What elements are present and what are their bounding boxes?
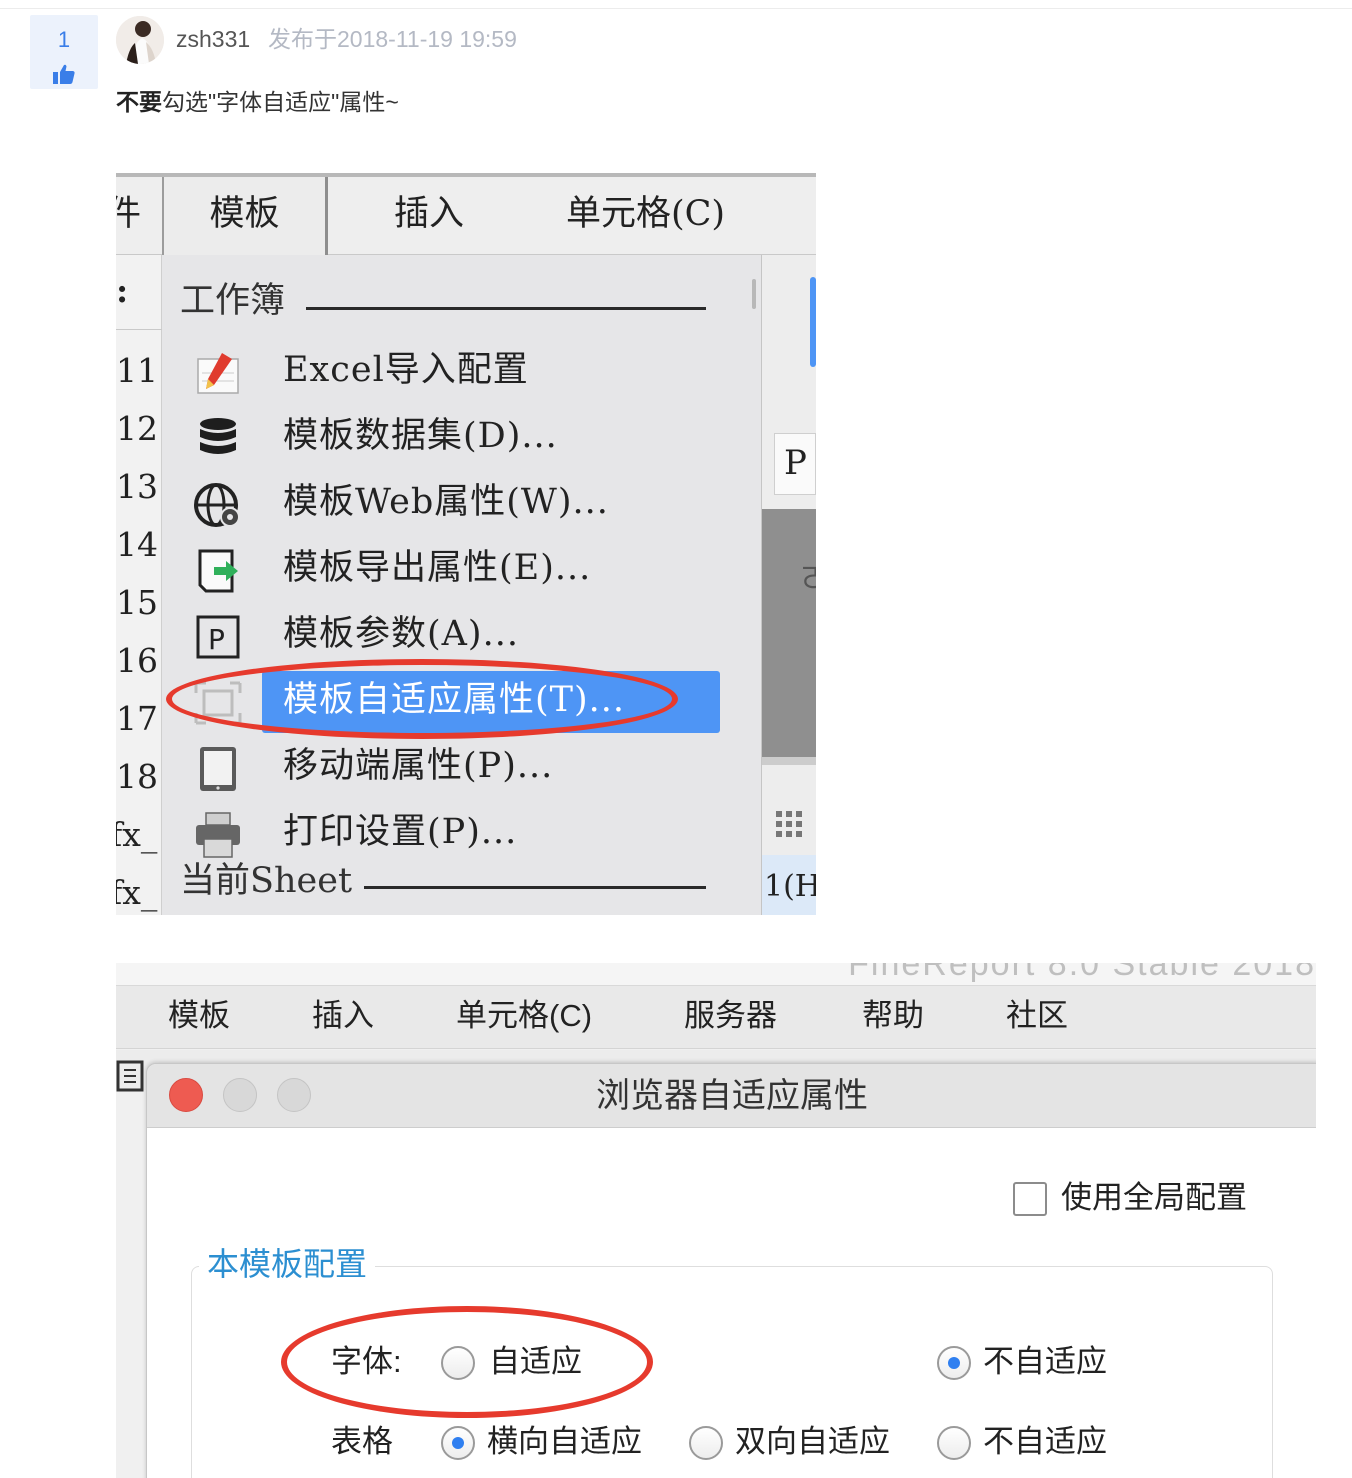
- row-number: 17: [116, 699, 158, 738]
- menu-label: 模板Web属性(W)...: [283, 482, 609, 522]
- table-bidirectional-label: 双向自适应: [735, 1424, 890, 1459]
- menu-item-print-settings[interactable]: 打印设置(P)...: [162, 803, 750, 865]
- menu-item-template-export[interactable]: 模板导出属性(E)...: [162, 539, 750, 601]
- row-number: 16: [116, 641, 158, 680]
- gray-panel: [762, 509, 816, 757]
- menu-label: 模板数据集(D)...: [283, 416, 558, 456]
- sheet-tab-label: 1(H: [764, 869, 816, 904]
- row-header-column: : 11 12 13 14 15 16 17 18 fx_ fx_: [116, 255, 162, 915]
- avatar[interactable]: [116, 16, 164, 64]
- vote-count: 1: [57, 27, 71, 52]
- dialog-body: 使用全局配置 本模板配置 字体: 自适应 不自适应 表格 横向自适应 双向自适应…: [147, 1128, 1316, 1478]
- row-number: 11: [116, 351, 158, 390]
- app-title: FineReport 8.0 Stable 2018: [848, 963, 1316, 983]
- row-number: 15: [116, 583, 158, 622]
- formula-cell: fx_: [116, 873, 158, 912]
- row-number: 12: [116, 409, 158, 448]
- red-annotation-oval: [166, 659, 678, 739]
- avatar-image: [116, 16, 164, 64]
- menu-item-template-web[interactable]: 模板Web属性(W)...: [162, 473, 750, 535]
- menu-template[interactable]: 模板: [168, 994, 230, 1038]
- menu-item-template-dataset[interactable]: 模板数据集(D)...: [162, 407, 750, 469]
- tab-file-fragment[interactable]: 件: [116, 177, 141, 255]
- menu-bar: 件 模板 插入 单元格(C): [116, 177, 816, 259]
- row-number: 13: [116, 467, 158, 506]
- grid-icon: [776, 811, 802, 837]
- table-bidirectional-radio[interactable]: [689, 1426, 723, 1460]
- menu-item-mobile[interactable]: 移动端属性(P)...: [162, 737, 750, 799]
- svg-text:P: P: [208, 623, 225, 656]
- app-titlebar: FineReport 8.0 Stable 2018: [116, 963, 1316, 985]
- upvote-button[interactable]: 1: [30, 15, 98, 89]
- template-icon: [116, 1060, 144, 1092]
- tab-template[interactable]: 模板: [162, 177, 328, 259]
- use-global-checkbox[interactable]: [1013, 1182, 1047, 1216]
- menu-community[interactable]: 社区: [1006, 994, 1068, 1038]
- tab-insert[interactable]: 插入: [394, 177, 464, 255]
- parameter-icon: P: [196, 615, 240, 659]
- menu-cell[interactable]: 单元格(C): [456, 994, 592, 1038]
- group-title: 本模板配置: [199, 1244, 376, 1284]
- top-divider: [0, 8, 1352, 9]
- adaptive-dialog-screenshot: FineReport 8.0 Stable 2018 模板 插入 单元格(C) …: [116, 963, 1316, 1478]
- param-letter: P: [784, 443, 807, 483]
- post-text-bold: 不要: [116, 89, 162, 115]
- thumbs-up-icon: [53, 64, 75, 84]
- section-workbook: 工作簿: [180, 281, 286, 321]
- menu-server[interactable]: 服务器: [684, 994, 777, 1038]
- web-settings-icon: [194, 483, 240, 527]
- formula-cell: fx_: [116, 815, 158, 854]
- excel-import-icon: [197, 353, 239, 394]
- background-editor-area: P ㄛ 1(H: [762, 255, 816, 915]
- username-link[interactable]: zsh331: [176, 24, 250, 54]
- dialog-title: 浏览器自适应属性: [596, 1077, 868, 1115]
- printer-icon: [196, 812, 240, 858]
- post-body: 不要勾选"字体自适应"属性~: [116, 86, 399, 118]
- table-no-adaptive-label: 不自适应: [983, 1424, 1107, 1459]
- post-text-rest: 勾选"字体自适应"属性~: [162, 89, 399, 115]
- menu-label: 模板导出属性(E)...: [283, 548, 592, 588]
- row-header-fragment: :: [116, 271, 129, 310]
- row-number: 14: [116, 525, 158, 564]
- table-label: 表格: [331, 1424, 393, 1459]
- section-divider: [306, 307, 706, 310]
- tab-cell[interactable]: 单元格(C): [566, 177, 725, 255]
- menu-scrollbar[interactable]: [750, 255, 762, 915]
- gray-panel-glyph: ㄛ: [800, 561, 816, 596]
- menu-item-excel-import[interactable]: Excel导入配置: [162, 341, 750, 403]
- tablet-icon: [200, 747, 236, 791]
- dialog-titlebar: 浏览器自适应属性: [147, 1064, 1316, 1128]
- table-no-adaptive-radio[interactable]: [937, 1426, 971, 1460]
- menu-label: 打印设置(P)...: [283, 812, 518, 852]
- browser-adaptive-dialog: 浏览器自适应属性 使用全局配置 本模板配置 字体: 自适应 不自适应 表格 横向…: [146, 1063, 1316, 1478]
- section-divider: [364, 886, 706, 889]
- font-no-adaptive-radio[interactable]: [937, 1346, 971, 1380]
- font-no-adaptive-label: 不自适应: [983, 1344, 1107, 1379]
- menu-label: Excel导入配置: [283, 350, 529, 390]
- app-menu-bar: 模板 插入 单元格(C) 服务器 帮助 社区: [116, 985, 1316, 1049]
- database-icon: [200, 418, 236, 454]
- blue-toolbar-fragment: [810, 277, 816, 367]
- menu-help[interactable]: 帮助: [862, 994, 924, 1038]
- menu-item-template-params[interactable]: P 模板参数(A)...: [162, 605, 750, 667]
- menu-insert[interactable]: 插入: [312, 994, 374, 1038]
- red-annotation-oval: [281, 1306, 653, 1418]
- table-horizontal-radio[interactable]: [441, 1426, 475, 1460]
- use-global-label: 使用全局配置: [1061, 1180, 1247, 1215]
- export-icon: [198, 549, 238, 593]
- menu-label: 移动端属性(P)...: [283, 746, 554, 786]
- template-dropdown-menu: 工作簿 Excel导入配置 模板数据集(D)... 模板Web属性(W)... …: [162, 255, 750, 915]
- table-horizontal-label: 横向自适应: [487, 1424, 642, 1459]
- post-timestamp: 发布于2018-11-19 19:59: [268, 26, 517, 52]
- section-current-sheet: 当前Sheet: [180, 861, 353, 901]
- template-menu-screenshot: 件 模板 插入 单元格(C) : 11 12 13 14 15 16 17 18…: [116, 173, 816, 915]
- row-number: 18: [116, 757, 158, 796]
- menu-label: 模板参数(A)...: [283, 614, 519, 654]
